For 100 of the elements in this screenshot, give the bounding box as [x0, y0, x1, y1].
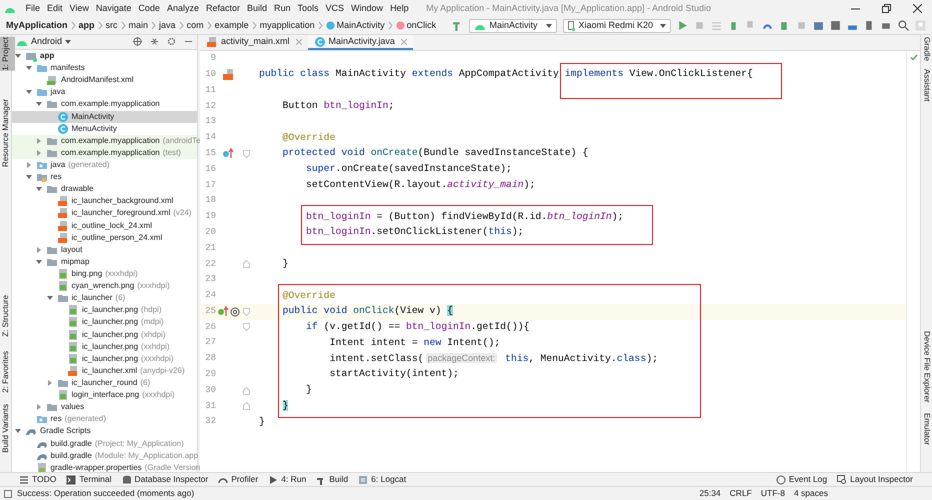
- breadcrumb-item[interactable]: app: [78, 18, 95, 32]
- collapsed-arrow-icon[interactable]: [46, 380, 52, 386]
- tree-item[interactable]: java: [12, 86, 197, 98]
- tool-window-button[interactable]: Database Inspector: [116, 473, 214, 486]
- run-icon[interactable]: [677, 20, 688, 31]
- fold-marker-icon[interactable]: [242, 308, 250, 316]
- editor-tab[interactable]: MainActivity.java: [308, 35, 413, 50]
- menu-item[interactable]: Edit: [44, 2, 66, 16]
- tool-window-button[interactable]: 4: Run: [263, 473, 312, 486]
- collapsed-arrow-icon[interactable]: [26, 162, 32, 168]
- tree-item[interactable]: values: [12, 401, 197, 414]
- expanded-arrow-icon[interactable]: [26, 65, 32, 72]
- tool-window-tab[interactable]: Resource Manager: [0, 98, 14, 167]
- breadcrumb-item[interactable]: example: [214, 18, 249, 32]
- tree-item[interactable]: res (generated): [12, 413, 197, 426]
- tool-window-tab[interactable]: 2: Favorites: [0, 350, 14, 392]
- tree-item[interactable]: ic_launcher.png (xxxhdpi): [12, 352, 197, 365]
- fold-marker-icon[interactable]: [242, 402, 250, 410]
- tree-item[interactable]: ic_launcher_background.xml: [12, 195, 197, 208]
- menu-item[interactable]: Code: [134, 2, 164, 16]
- close-icon[interactable]: [913, 4, 922, 13]
- menu-item[interactable]: Analyze: [163, 2, 202, 16]
- menu-item[interactable]: Run: [270, 2, 294, 16]
- menu-item[interactable]: VCS: [322, 2, 348, 16]
- tree-item[interactable]: ic_launcher.xml (anydpi-v26): [12, 364, 197, 377]
- run-configuration-dropdown[interactable]: MainActivity: [469, 18, 558, 32]
- tree-item[interactable]: build.gradle (Project: My_Application): [12, 438, 197, 450]
- tree-item[interactable]: login_interface.png (xxxhdpi): [12, 389, 197, 402]
- locate-icon[interactable]: [133, 37, 142, 46]
- breadcrumb-item[interactable]: MainActivity: [336, 18, 385, 32]
- tree-item[interactable]: MenuActivity: [12, 122, 197, 135]
- menu-item[interactable]: View: [66, 2, 92, 16]
- tree-item[interactable]: MainActivity: [12, 110, 197, 123]
- status-item[interactable]: 4 spaces: [794, 487, 828, 500]
- menu-item[interactable]: File: [22, 2, 44, 16]
- tool-window-button[interactable]: Profiler: [213, 473, 264, 486]
- expanded-arrow-icon[interactable]: [36, 258, 42, 265]
- tree-item[interactable]: ic_outline_person_24.xml: [12, 232, 197, 244]
- collapsed-arrow-icon[interactable]: [36, 404, 42, 410]
- tree-item[interactable]: mipmap: [12, 256, 197, 268]
- device-dropdown[interactable]: Xiaomi Redmi K20: [563, 18, 671, 32]
- tree-item[interactable]: ic_launcher.png (hdpi): [12, 304, 197, 316]
- tree-item[interactable]: ic_launcher.png (xhdpi): [12, 328, 197, 341]
- expanded-arrow-icon[interactable]: [26, 89, 32, 96]
- status-item[interactable]: CRLF: [730, 487, 752, 500]
- fold-marker-icon[interactable]: [242, 386, 250, 395]
- menu-item[interactable]: Help: [386, 2, 412, 16]
- tool-window-button[interactable]: Event Log: [770, 473, 832, 486]
- tree-item[interactable]: ic_launcher (6): [12, 292, 197, 304]
- tree-item[interactable]: AndroidManifest.xml: [12, 74, 197, 86]
- tree-item[interactable]: bing.png (xxxhdpi): [12, 268, 197, 280]
- tool-window-tab[interactable]: Z: Structure: [0, 294, 14, 337]
- fold-marker-icon[interactable]: [242, 260, 250, 268]
- tool-window-tab[interactable]: Emulator: [918, 413, 932, 446]
- tree-item[interactable]: com.example.myapplication: [12, 98, 197, 111]
- tree-item[interactable]: manifests: [12, 62, 197, 74]
- collapsed-arrow-icon[interactable]: [36, 246, 42, 253]
- breadcrumb-item[interactable]: myapplication: [260, 18, 315, 32]
- restore-icon[interactable]: [882, 4, 891, 13]
- collapse-all-icon[interactable]: [150, 37, 159, 46]
- layout-file-icon[interactable]: [222, 69, 234, 80]
- fold-marker-icon[interactable]: [242, 323, 250, 332]
- breadcrumb-item[interactable]: MyApplication: [6, 18, 68, 32]
- tree-item[interactable]: app: [12, 50, 197, 62]
- status-item[interactable]: UTF-8: [760, 487, 785, 500]
- tree-item[interactable]: ic_launcher_foreground.xml (v24): [12, 207, 197, 220]
- tool-window-button[interactable]: Build: [311, 473, 354, 486]
- editor-tab[interactable]: activity_main.xml: [200, 35, 308, 50]
- tree-item[interactable]: ic_launcher.png (mdpi): [12, 316, 197, 329]
- tool-window-button[interactable]: Layout Inspector: [832, 473, 918, 486]
- tool-window-button[interactable]: 6: Logcat: [353, 473, 412, 486]
- tool-window-tab[interactable]: Gradle: [918, 37, 932, 62]
- tree-item[interactable]: layout: [12, 244, 197, 256]
- breadcrumb-item[interactable]: com: [186, 18, 204, 32]
- expanded-arrow-icon[interactable]: [46, 295, 52, 302]
- breadcrumb-item[interactable]: java: [159, 18, 176, 32]
- tree-item[interactable]: ic_launcher.png (xxhdpi): [12, 340, 197, 353]
- tree-item[interactable]: ic_outline_lock_24.xml: [12, 220, 197, 232]
- tree-item[interactable]: ic_launcher_round (6): [12, 376, 197, 390]
- expanded-arrow-icon[interactable]: [15, 53, 21, 60]
- status-item[interactable]: 25:34: [699, 487, 721, 500]
- tree-item[interactable]: res: [12, 171, 197, 184]
- override-marker-icon[interactable]: [222, 148, 234, 160]
- expanded-arrow-icon[interactable]: [15, 428, 21, 434]
- expanded-arrow-icon[interactable]: [36, 186, 42, 192]
- breadcrumb-item[interactable]: main: [128, 18, 148, 32]
- implements-marker-icon[interactable]: [216, 306, 228, 318]
- breadcrumb-item[interactable]: onClick: [406, 18, 436, 32]
- settings-icon[interactable]: [167, 37, 176, 46]
- tool-window-tab[interactable]: 1: Project: [0, 37, 14, 71]
- collapsed-arrow-icon[interactable]: [36, 138, 42, 144]
- tree-item[interactable]: Gradle Scripts: [12, 425, 197, 438]
- menu-item[interactable]: Refactor: [202, 2, 244, 16]
- tool-window-button[interactable]: Terminal: [61, 473, 117, 486]
- search-icon[interactable]: [898, 20, 909, 31]
- fold-marker-icon[interactable]: [242, 150, 250, 158]
- tree-item[interactable]: com.example.myapplication (test): [12, 146, 197, 159]
- breadcrumb-item[interactable]: src: [106, 18, 118, 32]
- menu-item[interactable]: Window: [348, 2, 387, 16]
- tool-window-tab[interactable]: Device File Explorer: [918, 331, 932, 404]
